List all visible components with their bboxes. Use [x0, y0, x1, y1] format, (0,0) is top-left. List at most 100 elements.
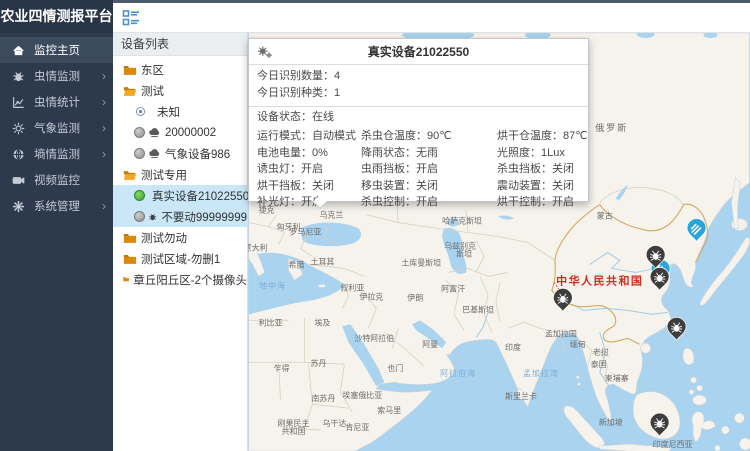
detail-cell-r1c0: 电池电量：0%	[257, 145, 361, 162]
tree-row-label: 东区	[141, 62, 164, 78]
sidebar-item-label: 视频监控	[34, 172, 80, 188]
sidebar-item-6[interactable]: 系统管理›	[0, 193, 113, 219]
map-label: 土耳其	[310, 256, 334, 266]
sidebar-item-1[interactable]: 虫情监测 ›	[0, 63, 113, 89]
tree-row-folder[interactable]: 测试	[113, 80, 247, 101]
detail-cell-r2c1: 虫雨挡板：开启	[361, 161, 497, 178]
detail-cell-r3c0: 烘干挡板：关闭	[257, 178, 361, 195]
map-label: 印度	[505, 342, 521, 352]
sidebar: 农业四情测报平台 监控主页虫情监测›虫情统计›气象监测›墒情监测›视频监控系统管…	[0, 0, 113, 451]
map-label: 利比亚	[259, 317, 283, 327]
tree-row-label: 气象设备986	[165, 146, 230, 162]
detail-cell-r1c1: 降雨状态：无雨	[361, 145, 497, 162]
map-label: 缅甸	[570, 339, 586, 349]
map-label: 斯里兰卡	[505, 391, 537, 401]
folder-open-icon	[123, 84, 137, 98]
detail-cell-r4c2: 烘干控制：开启	[497, 194, 588, 211]
device-info-popup: 真实设备21022550 今日识别数量：4 今日识别种类：1 设备状态：在线 运…	[248, 38, 589, 202]
recognition-count: 今日识别数量：4	[257, 68, 580, 85]
detail-cell-r3c2: 震动装置：关闭	[497, 178, 588, 195]
folder-closed-icon	[123, 231, 137, 245]
tree-row-device[interactable]: 20000002	[113, 122, 247, 143]
tree-row-label: 测试区域-勿删1	[141, 251, 220, 267]
bug-icon	[11, 69, 25, 83]
map-label: 叙利亚	[340, 282, 364, 292]
chevron-right-icon: ›	[102, 121, 106, 135]
tree-row-folder[interactable]: 测试专用	[113, 164, 247, 185]
tree-row-folder[interactable]: 东区	[113, 59, 247, 80]
tree-row-label: 20000002	[165, 127, 216, 139]
sidebar-item-0[interactable]: 监控主页	[0, 37, 113, 63]
map-label: 土库曼斯坦	[401, 257, 441, 267]
map-label: 俄罗斯	[595, 122, 628, 133]
app-window: 农业四情测报平台 监控主页虫情监测›虫情统计›气象监测›墒情监测›视频监控系统管…	[0, 0, 750, 451]
sidebar-item-4[interactable]: 墒情监测 ›	[0, 141, 113, 167]
status-dot-gray	[134, 127, 145, 138]
folder-closed-icon	[123, 273, 129, 287]
device-detail-grid: 运行模式：自动模式杀虫仓温度：90℃烘干仓温度：87℃电池电量：0%降雨状态：无…	[249, 128, 588, 211]
sidebar-item-label: 气象监测	[34, 120, 80, 136]
detail-cell-r4c1: 杀虫控制：开启	[361, 194, 497, 211]
detail-cell-r0c1: 杀虫仓温度：90℃	[361, 128, 497, 145]
map-label: 哈萨克斯坦	[442, 216, 482, 226]
recognition-types: 今日识别种类：1	[257, 85, 580, 102]
map-label: 乍得	[274, 363, 290, 373]
detail-cell-r4c0: 补光灯：开启	[257, 194, 361, 211]
map-label: 阿富汗	[441, 283, 465, 293]
globe-icon	[11, 147, 25, 161]
map-label: 埃塞俄比亚	[342, 390, 382, 400]
device-tree-toggle-icon[interactable]	[122, 9, 140, 27]
map-label: 也门	[387, 363, 403, 373]
map-label: 乌克兰	[319, 210, 343, 220]
tree-row-folder[interactable]: 测试勿动	[113, 227, 247, 248]
map-label: 希腊	[289, 259, 305, 269]
chart-icon	[11, 95, 25, 109]
folder-closed-icon	[123, 63, 137, 77]
tree-row-label: 测试	[141, 83, 164, 99]
tree-row-device[interactable]: 真实设备21022550	[113, 185, 247, 206]
chevron-right-icon: ›	[102, 69, 106, 83]
map-label: 地中海	[259, 280, 286, 290]
detail-cell-r0c0: 运行模式：自动模式	[257, 128, 361, 145]
chevron-right-icon: ›	[102, 147, 106, 161]
app-title: 农业四情测报平台	[0, 0, 113, 33]
tree-row-label: 测试勿动	[141, 230, 187, 246]
popup-header: 真实设备21022550	[249, 39, 588, 65]
tree-row-folder[interactable]: 章丘阳丘区-2个摄像头	[113, 269, 247, 290]
map-label: 共和国	[282, 427, 306, 436]
sidebar-menu: 监控主页虫情监测›虫情统计›气象监测›墒情监测›视频监控系统管理›	[0, 33, 113, 219]
folder-open-icon	[123, 168, 137, 182]
sidebar-item-label: 虫情监测	[34, 68, 80, 84]
map-label: 阿曼	[422, 340, 438, 349]
sidebar-item-2[interactable]: 虫情统计›	[0, 89, 113, 115]
tree-row-label: 真实设备21022550	[152, 188, 249, 204]
device-status: 设备状态：在线	[249, 107, 588, 128]
weather-device-icon	[148, 126, 161, 139]
map-label: 泰国	[591, 359, 607, 369]
sidebar-item-label: 虫情统计	[34, 94, 80, 110]
map-label: 中华人民共和国	[556, 273, 643, 287]
map-label: 意大利	[248, 242, 268, 252]
gear-icon	[11, 199, 25, 213]
tree-row-device[interactable]: 气象设备986	[113, 143, 247, 164]
settings-gears-icon[interactable]	[257, 45, 273, 60]
popup-title: 真实设备21022550	[249, 39, 588, 65]
tree-row-device[interactable]: 不要动99999999	[113, 206, 247, 227]
status-dot-gray	[134, 148, 145, 159]
home-icon	[11, 43, 25, 57]
map-label: 老挝	[593, 347, 609, 357]
radio-icon	[134, 105, 147, 118]
bug-device-icon	[148, 210, 157, 223]
detail-cell-r1c2: 光照度：1Lux	[497, 145, 588, 162]
sidebar-item-3[interactable]: 气象监测 ›	[0, 115, 113, 141]
chevron-right-icon: ›	[102, 199, 106, 213]
device-panel: 设备列表 东区测试未知20000002气象设备986测试专用真实设备210225…	[113, 33, 248, 451]
map-label: 印度尼西亚	[653, 439, 693, 449]
tree-row-folder[interactable]: 测试区域-勿删1	[113, 248, 247, 269]
sidebar-item-5[interactable]: 视频监控	[0, 167, 113, 193]
map-label: 肯尼亚	[345, 422, 369, 432]
tree-row-device[interactable]: 未知	[113, 101, 247, 122]
detail-cell-r3c1: 移虫装置：关闭	[361, 178, 497, 195]
sidebar-item-label: 墒情监测	[34, 146, 80, 162]
map-label: 苏丹	[310, 358, 326, 368]
